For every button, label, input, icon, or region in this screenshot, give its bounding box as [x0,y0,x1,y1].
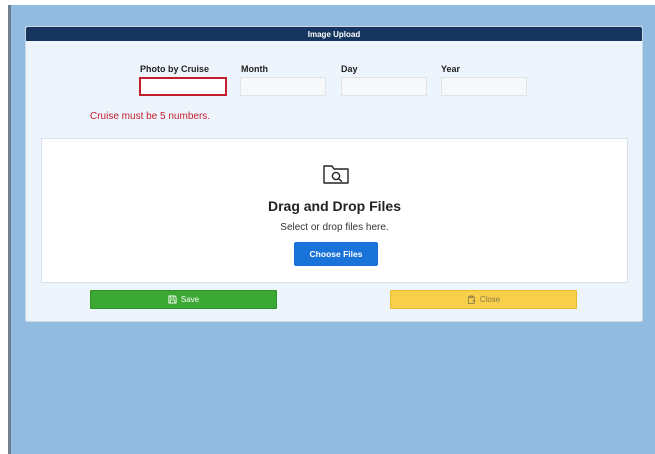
save-button[interactable]: Save [90,290,277,309]
month-label: Month [241,64,268,74]
day-label: Day [341,64,358,74]
modal-header: Image Upload [26,27,642,41]
cruise-label: Photo by Cruise [140,64,210,74]
choose-files-button[interactable]: Choose Files [294,242,378,266]
month-input[interactable] [240,77,326,96]
image-upload-modal: Image Upload Photo by Cruise Month Day Y… [25,26,643,322]
dropzone-subtitle: Select or drop files here. [280,222,389,233]
folder-search-icon [323,165,349,184]
choose-files-label: Choose Files [309,249,363,259]
clipboard-icon [467,295,476,304]
save-label: Save [180,295,200,304]
close-label: Close [479,295,501,304]
year-label: Year [441,64,461,74]
dropzone-title: Drag and Drop Files [267,198,402,214]
floppy-disk-icon [168,295,177,304]
day-input[interactable] [341,77,427,96]
year-input[interactable] [441,77,527,96]
cruise-input[interactable] [139,77,227,96]
file-dropzone[interactable]: Drag and Drop Files Select or drop files… [41,138,628,283]
modal-title: Image Upload [307,29,361,39]
close-button[interactable]: Close [390,290,577,309]
cruise-error-message: Cruise must be 5 numbers. [90,111,211,122]
backdrop-edge [8,5,11,454]
